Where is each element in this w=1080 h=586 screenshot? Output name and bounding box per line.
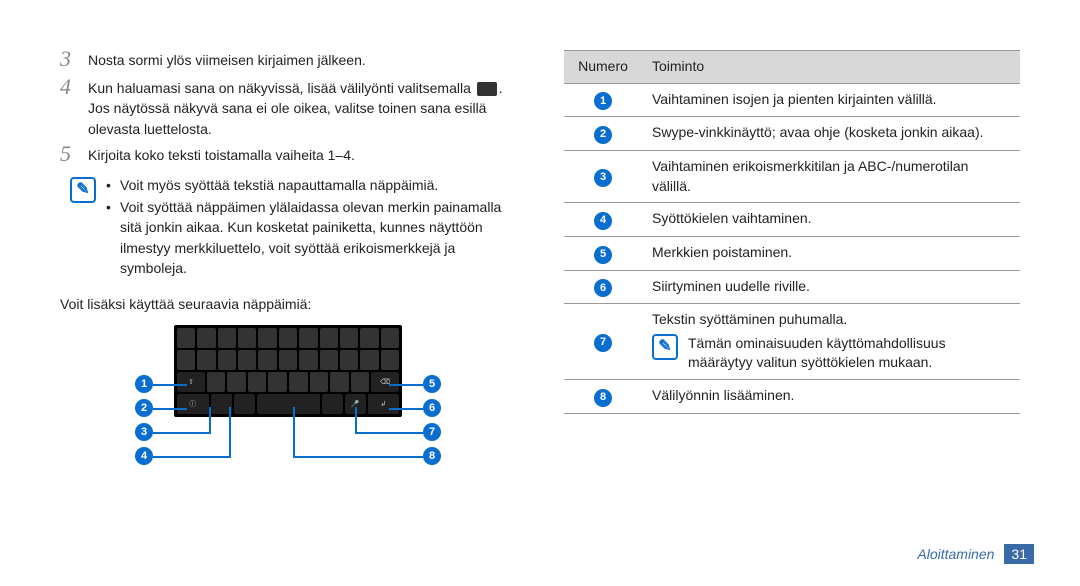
row-text: Vaihtaminen erikoismerkkitilan ja ABC-/n… — [642, 151, 1020, 203]
callout-badge-8: 8 — [423, 447, 441, 465]
shift-key-icon: ⇧ — [177, 372, 205, 392]
right-column: Numero Toiminto 1 Vaihtaminen isojen ja … — [564, 50, 1020, 417]
swype-tip-key-icon: ⓘ — [177, 394, 209, 414]
footer-page-number: 31 — [1004, 544, 1034, 564]
step-number: 4 — [60, 76, 88, 98]
step-text: Kirjoita koko teksti toistamalla vaiheit… — [88, 145, 516, 165]
row-badge: 6 — [594, 279, 612, 297]
row-text: Välilyönnin lisääminen. — [642, 380, 1020, 414]
row-note: ✎ Tämän ominaisuuden käyttömahdollisuus … — [652, 334, 1010, 373]
table-row: 7 Tekstin syöttäminen puhumalla. ✎ Tämän… — [564, 304, 1020, 380]
enter-key-icon: ↲ — [368, 394, 400, 414]
callout-badge-7: 7 — [423, 423, 441, 441]
step-4: 4 Kun haluamasi sana on näkyvissä, lisää… — [60, 78, 516, 139]
keyboard-diagram: ⇧ ⌫ ⓘ 🎤 ↲ 1 2 3 — [133, 325, 443, 417]
extra-paragraph: Voit lisäksi käyttää seuraavia näppäimiä… — [60, 294, 516, 314]
backspace-key-icon: ⌫ — [371, 372, 399, 392]
left-column: 3 Nosta sormi ylös viimeisen kirjaimen j… — [60, 50, 516, 417]
note-icon: ✎ — [652, 334, 678, 360]
row-text: Tekstin syöttäminen puhumalla. — [652, 310, 1010, 330]
row-note-text: Tämän ominaisuuden käyttömahdollisuus mä… — [688, 334, 1010, 373]
callout-badge-4: 4 — [135, 447, 153, 465]
table-row: 3 Vaihtaminen erikoismerkkitilan ja ABC-… — [564, 151, 1020, 203]
table-row: 1 Vaihtaminen isojen ja pienten kirjaint… — [564, 83, 1020, 117]
bullet-text: Voit syöttää näppäimen ylälaidassa oleva… — [120, 197, 516, 278]
bullet-text: Voit myös syöttää tekstiä napauttamalla … — [120, 175, 516, 195]
function-table: Numero Toiminto 1 Vaihtaminen isojen ja … — [564, 50, 1020, 414]
info-note: ✎ • Voit myös syöttää tekstiä napauttama… — [70, 175, 516, 280]
bullet-dot-icon: • — [106, 197, 120, 217]
callout-badge-1: 1 — [135, 375, 153, 393]
row-text: Merkkien poistaminen. — [642, 236, 1020, 270]
spacebar-key-icon — [257, 394, 320, 414]
row-badge: 7 — [594, 334, 612, 352]
page-footer: Aloittaminen 31 — [917, 544, 1034, 564]
header-numero: Numero — [564, 51, 642, 84]
spacebar-key-icon — [477, 82, 497, 96]
row-badge: 1 — [594, 92, 612, 110]
bullet-item: • Voit myös syöttää tekstiä napauttamall… — [106, 175, 516, 195]
row-badge: 4 — [594, 212, 612, 230]
note-glyph-icon: ✎ — [76, 182, 89, 198]
step-text: Nosta sormi ylös viimeisen kirjaimen jäl… — [88, 50, 516, 70]
callout-badge-2: 2 — [135, 399, 153, 417]
bullet-item: • Voit syöttää näppäimen ylälaidassa ole… — [106, 197, 516, 278]
row-text-with-note: Tekstin syöttäminen puhumalla. ✎ Tämän o… — [642, 304, 1020, 380]
row-badge: 8 — [594, 389, 612, 407]
step-3: 3 Nosta sormi ylös viimeisen kirjaimen j… — [60, 50, 516, 72]
footer-section-label: Aloittaminen — [917, 546, 994, 562]
note-glyph-icon: ✎ — [658, 339, 671, 355]
row-text: Syöttökielen vaihtaminen. — [642, 203, 1020, 237]
note-icon: ✎ — [70, 177, 96, 203]
keyboard-body: ⇧ ⌫ ⓘ 🎤 ↲ — [174, 325, 402, 417]
step-5: 5 Kirjoita koko teksti toistamalla vaihe… — [60, 145, 516, 167]
step-number: 3 — [60, 48, 88, 70]
callout-badge-3: 3 — [135, 423, 153, 441]
row-text: Siirtyminen uudelle riville. — [642, 270, 1020, 304]
row-badge: 5 — [594, 246, 612, 264]
row-badge: 2 — [594, 126, 612, 144]
step4-before: Kun haluamasi sana on näkyvissä, lisää v… — [88, 80, 475, 96]
callout-badge-5: 5 — [423, 375, 441, 393]
point-key-icon — [322, 394, 343, 414]
step-text: Kun haluamasi sana on näkyvissä, lisää v… — [88, 78, 516, 139]
row-badge: 3 — [594, 169, 612, 187]
note-bullet-list: • Voit myös syöttää tekstiä napauttamall… — [106, 175, 516, 280]
table-row: 8 Välilyönnin lisääminen. — [564, 380, 1020, 414]
step-number: 5 — [60, 143, 88, 165]
bullet-dot-icon: • — [106, 175, 120, 195]
table-row: 4 Syöttökielen vaihtaminen. — [564, 203, 1020, 237]
row-text: Vaihtaminen isojen ja pienten kirjainten… — [642, 83, 1020, 117]
row-text: Swype-vinkkinäyttö; avaa ohje (kosketa j… — [642, 117, 1020, 151]
table-header-row: Numero Toiminto — [564, 51, 1020, 84]
table-row: 2 Swype-vinkkinäyttö; avaa ohje (kosketa… — [564, 117, 1020, 151]
header-toiminto: Toiminto — [642, 51, 1020, 84]
table-row: 6 Siirtyminen uudelle riville. — [564, 270, 1020, 304]
callout-badge-6: 6 — [423, 399, 441, 417]
table-row: 5 Merkkien poistaminen. — [564, 236, 1020, 270]
language-key-icon — [234, 394, 255, 414]
